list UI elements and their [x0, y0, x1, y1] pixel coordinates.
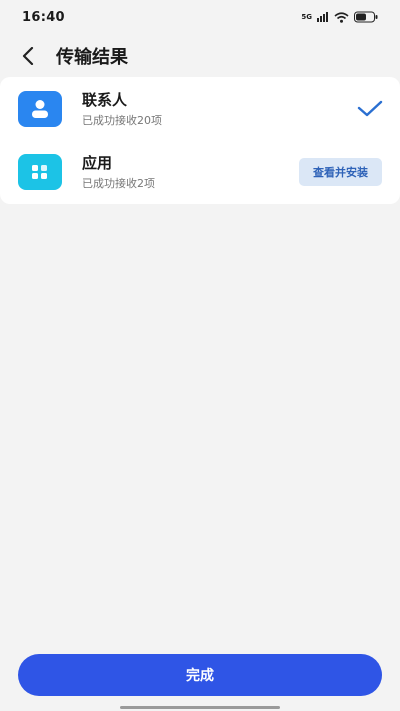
apps-icon [18, 153, 62, 190]
result-item-contacts[interactable]: 联系人 已成功接收20项 [0, 77, 400, 140]
status-icons: 5G [301, 11, 378, 23]
result-item-apps[interactable]: 应用 已成功接收2项 查看并安装 [0, 140, 400, 203]
item-title: 应用 [82, 153, 113, 172]
item-title: 联系人 [82, 90, 128, 109]
network-label: 5G [301, 13, 312, 21]
view-and-install-button[interactable]: 查看并安装 [299, 157, 382, 186]
item-subtitle: 已成功接收2项 [82, 176, 155, 190]
item-subtitle: 已成功接收20项 [82, 113, 162, 127]
battery-icon [354, 11, 378, 23]
contacts-text: 联系人 已成功接收20项 [82, 90, 356, 128]
wifi-icon [334, 11, 349, 23]
page-title: 传输结果 [56, 47, 128, 68]
apps-text: 应用 已成功接收2项 [82, 153, 299, 191]
status-time: 16:40 [22, 9, 65, 25]
home-indicator [120, 706, 280, 709]
back-arrow-icon [22, 47, 34, 65]
done-button[interactable]: 完成 [18, 654, 382, 696]
signal-icon [317, 12, 328, 22]
navigation-bar: 传输结果 [0, 38, 400, 74]
check-icon [357, 100, 383, 116]
contacts-icon [18, 90, 62, 127]
back-button[interactable] [16, 44, 40, 68]
results-card: 联系人 已成功接收20项 应用 已成功接收2项 查看并安装 [0, 77, 400, 204]
status-bar: 16:40 5G [0, 0, 400, 34]
